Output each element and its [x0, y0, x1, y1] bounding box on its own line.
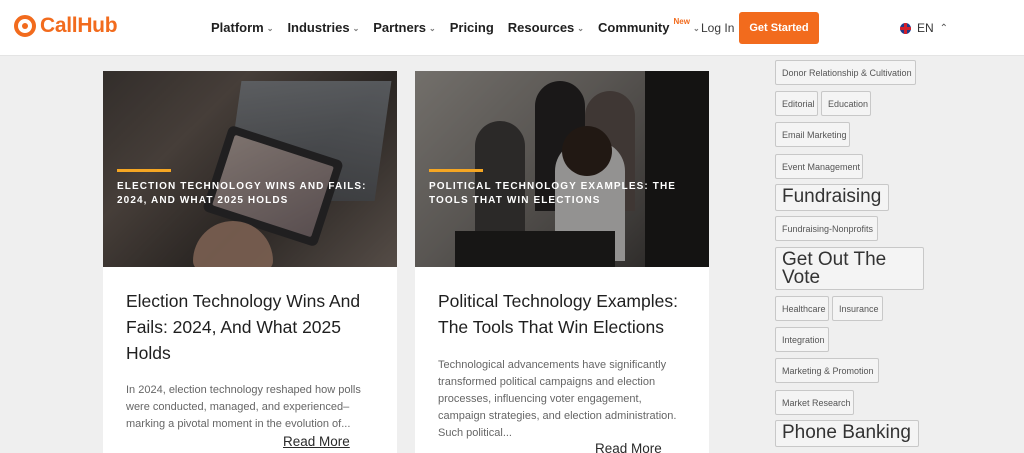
chevron-down-icon: ⌄ [692, 23, 700, 33]
site-header: CallHub Platform ⌄ Industries ⌄ Partners… [0, 0, 1024, 56]
post-card[interactable]: POLITICAL TECHNOLOGY EXAMPLES: THE TOOLS… [415, 71, 709, 453]
nav-item-resources[interactable]: Resources ⌄ [508, 20, 584, 35]
nav-item-label: Industries [287, 20, 350, 35]
nav-item-industries[interactable]: Industries ⌄ [287, 20, 359, 35]
thumbnail-caption: POLITICAL TECHNOLOGY EXAMPLES: THE TOOLS… [429, 181, 677, 206]
post-thumbnail[interactable]: ELECTION TECHNOLOGY WINS AND FAILS: 2024… [103, 71, 397, 267]
tag-fundraising[interactable]: Fundraising [775, 184, 889, 211]
nav-item-community[interactable]: Community New ⌄ [597, 17, 700, 35]
read-more-link[interactable]: Read More [283, 434, 350, 449]
nav-item-label: Platform [211, 20, 264, 35]
post-excerpt: In 2024, election technology reshaped ho… [126, 384, 361, 430]
get-started-button[interactable]: Get Started [739, 12, 819, 44]
new-badge: New [673, 17, 690, 26]
tag-healthcare[interactable]: Healthcare [775, 296, 829, 321]
tag-insurance[interactable]: Insurance [832, 296, 883, 321]
accent-bar [429, 169, 483, 172]
tag-email-marketing[interactable]: Email Marketing [775, 122, 850, 147]
tag-get-out-the-vote[interactable]: Get Out The Vote [775, 247, 924, 290]
chevron-down-icon: ⌄ [266, 23, 274, 33]
nav-item-label: Partners [373, 20, 427, 35]
thumbnail-caption: ELECTION TECHNOLOGY WINS AND FAILS: 2024… [117, 181, 367, 206]
chevron-up-icon: ⌃ [939, 22, 949, 34]
nav-item-pricing[interactable]: Pricing [450, 20, 494, 35]
main-nav: Platform ⌄ Industries ⌄ Partners ⌄ Prici… [211, 17, 700, 35]
callhub-logo-icon [14, 15, 36, 37]
nav-item-label: Resources [507, 20, 575, 35]
tag-donor-relationship[interactable]: Donor Relationship & Cultivation [775, 60, 916, 85]
post-thumbnail[interactable]: POLITICAL TECHNOLOGY EXAMPLES: THE TOOLS… [415, 71, 709, 267]
tag-phone-banking[interactable]: Phone Banking [775, 420, 919, 447]
callhub-logo[interactable]: CallHub [14, 14, 118, 38]
tag-market-research[interactable]: Market Research [775, 390, 854, 415]
tag-event-management[interactable]: Event Management [775, 154, 863, 179]
nav-item-partners[interactable]: Partners ⌄ [373, 20, 435, 35]
tag-marketing-promotion[interactable]: Marketing & Promotion [775, 358, 879, 383]
chevron-down-icon: ⌄ [429, 23, 436, 33]
login-link[interactable]: Log In [701, 21, 734, 35]
tag-fundraising-nonprofits[interactable]: Fundraising-Nonprofits [775, 216, 878, 241]
language-label: EN [917, 21, 934, 35]
uk-flag-icon [900, 22, 911, 34]
post-title[interactable]: Political Technology Examples: The Tools… [438, 288, 693, 340]
post-excerpt: Technological advancements have signific… [438, 359, 677, 439]
read-more-link[interactable]: Read More [595, 441, 662, 453]
post-title[interactable]: Election Technology Wins And Fails: 2024… [126, 288, 381, 366]
brand-name: CallHub [40, 14, 118, 37]
post-card[interactable]: ELECTION TECHNOLOGY WINS AND FAILS: 2024… [103, 71, 397, 453]
chevron-down-icon: ⌄ [577, 23, 584, 33]
language-selector[interactable]: EN ⌃ [900, 21, 948, 35]
tag-education[interactable]: Education [821, 91, 871, 116]
chevron-down-icon: ⌄ [352, 23, 360, 33]
tag-editorial[interactable]: Editorial [775, 91, 818, 116]
nav-item-platform[interactable]: Platform ⌄ [211, 20, 273, 35]
tag-integration[interactable]: Integration [775, 327, 829, 352]
accent-bar [117, 169, 171, 172]
nav-item-label: Pricing [449, 20, 494, 35]
nav-item-label: Community [597, 20, 670, 35]
